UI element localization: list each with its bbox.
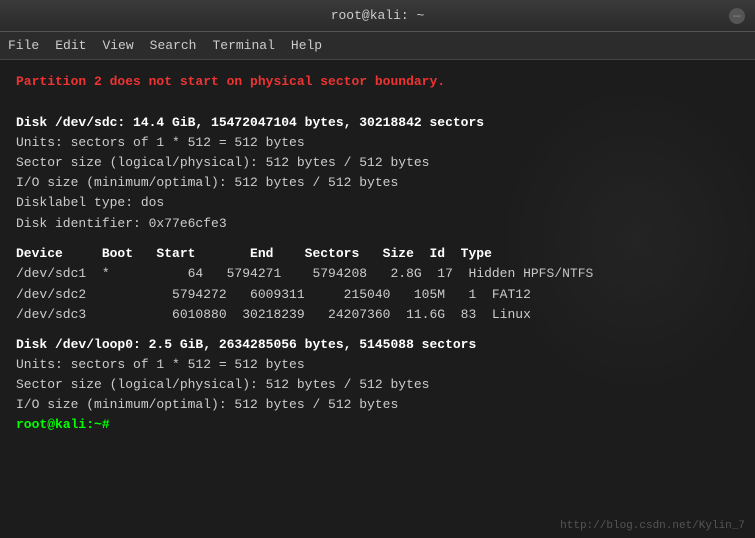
minimize-button[interactable]: — (729, 8, 745, 24)
table-row-sdc3: /dev/sdc3 6010880 30218239 24207360 11.6… (16, 305, 739, 325)
table-header: Device Boot Start End Sectors Size Id Ty… (16, 244, 739, 265)
disk1-sector-size: Sector size (logical/physical): 512 byte… (16, 153, 739, 173)
disk1-io-size: I/O size (minimum/optimal): 512 bytes / … (16, 173, 739, 193)
table-row-sdc2: /dev/sdc2 5794272 6009311 215040 105M 1 … (16, 285, 739, 305)
terminal-prompt: root@kali:~# (16, 415, 739, 435)
disk2-header: Disk /dev/loop0: 2.5 GiB, 2634285056 byt… (16, 335, 739, 355)
menu-edit[interactable]: Edit (55, 38, 86, 53)
terminal-window[interactable]: Partition 2 does not start on physical s… (0, 60, 755, 538)
disk2-sector-size: Sector size (logical/physical): 512 byte… (16, 375, 739, 395)
menu-file[interactable]: File (8, 38, 39, 53)
menubar: File Edit View Search Terminal Help (0, 32, 755, 60)
table-row-sdc1: /dev/sdc1 * 64 5794271 5794208 2.8G 17 H… (16, 264, 739, 284)
warning-line: Partition 2 does not start on physical s… (16, 72, 739, 93)
disk1-identifier: Disk identifier: 0x77e6cfe3 (16, 214, 739, 234)
menu-search[interactable]: Search (150, 38, 197, 53)
watermark: http://blog.csdn.net/Kylin_7 (560, 520, 745, 532)
menu-help[interactable]: Help (291, 38, 322, 53)
disk2-io-size: I/O size (minimum/optimal): 512 bytes / … (16, 395, 739, 415)
disk1-disklabel: Disklabel type: dos (16, 193, 739, 213)
disk1-header: Disk /dev/sdc: 14.4 GiB, 15472047104 byt… (16, 113, 739, 133)
menu-view[interactable]: View (102, 38, 133, 53)
titlebar-title: root@kali: ~ (331, 8, 425, 23)
disk1-units: Units: sectors of 1 * 512 = 512 bytes (16, 133, 739, 153)
menu-terminal[interactable]: Terminal (212, 38, 274, 53)
titlebar: root@kali: ~ — (0, 0, 755, 32)
disk2-units: Units: sectors of 1 * 512 = 512 bytes (16, 355, 739, 375)
